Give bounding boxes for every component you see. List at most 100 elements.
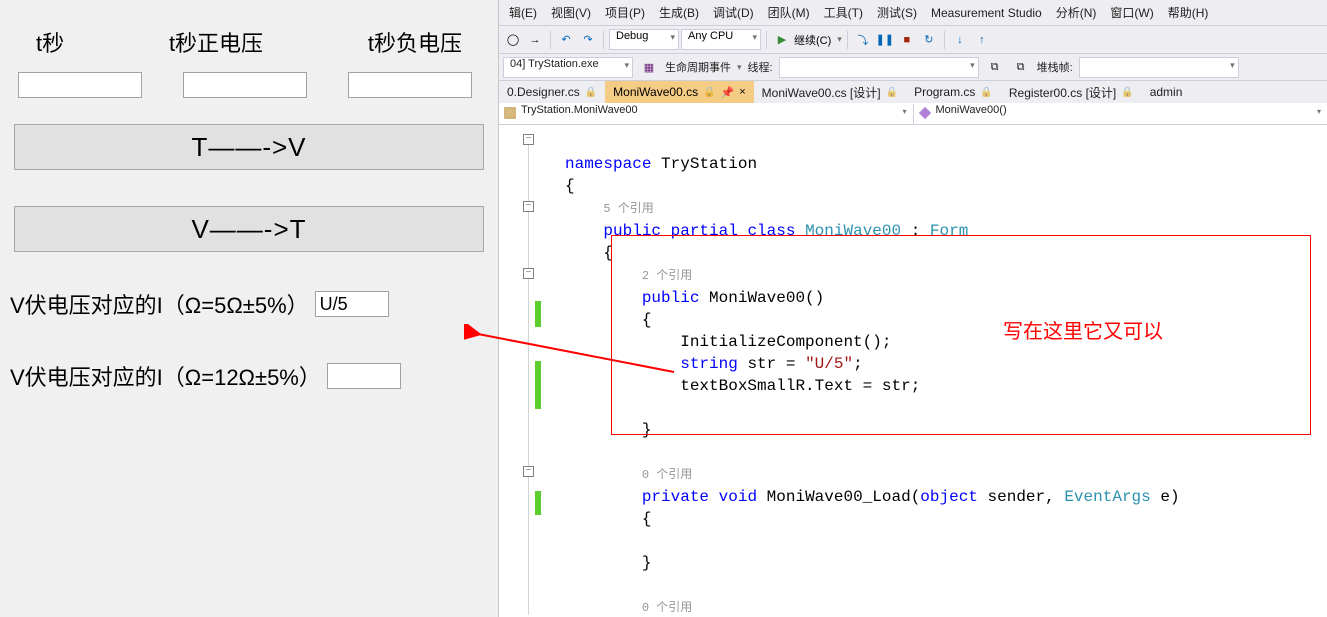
tab-label: MoniWave00.cs [设计] <box>762 84 881 101</box>
menu-measurement[interactable]: Measurement Studio <box>925 3 1048 23</box>
class-icon <box>503 106 517 120</box>
dropdown-process[interactable]: 04] TryStation.exe <box>503 57 633 78</box>
tab-moniwave-design[interactable]: MoniWave00.cs [设计] 🔒 <box>754 81 906 103</box>
menu-test[interactable]: 测试(S) <box>871 1 923 24</box>
label-t-sec: t秒 <box>36 26 64 58</box>
tab-program[interactable]: Program.cs 🔒 <box>906 81 1001 103</box>
outline-toggle[interactable]: − <box>523 201 534 212</box>
label-12ohm: V伏电压对应的I（Ω=12Ω±5%） <box>10 360 321 392</box>
menu-tools[interactable]: 工具(T) <box>818 1 869 24</box>
continue-icon[interactable]: ▶ <box>772 30 792 50</box>
tab-designer[interactable]: 0.Designer.cs 🔒 <box>499 81 605 103</box>
param-e: e <box>1160 488 1170 506</box>
menu-window[interactable]: 窗口(W) <box>1104 1 1159 24</box>
annotation-text: 写在这里它又可以 <box>1003 321 1163 343</box>
menu-edit[interactable]: 辑(E) <box>503 1 543 24</box>
row-5ohm: V伏电压对应的I（Ω=5Ω±5%） <box>10 288 492 320</box>
dropdown-thread[interactable] <box>779 57 979 78</box>
step-over-icon[interactable]: ⤵ <box>853 30 873 50</box>
lock-icon: 🔒 <box>585 87 597 98</box>
gutter: − − − − <box>499 125 545 617</box>
input-5ohm[interactable] <box>315 291 389 317</box>
dropdown-config[interactable]: Debug <box>609 29 679 50</box>
input-t-pos[interactable] <box>183 72 307 98</box>
kw-namespace: namespace <box>565 155 651 173</box>
stop-icon[interactable]: ■ <box>897 30 917 50</box>
change-marker <box>535 361 541 409</box>
lock-icon: 🔒 <box>980 87 992 98</box>
step-out-icon[interactable]: ↑ <box>972 30 992 50</box>
lock-icon: 🔒 <box>1121 87 1133 98</box>
label-t-neg: t秒负电压 <box>368 26 462 58</box>
change-marker <box>535 301 541 327</box>
param-sender: sender <box>988 488 1046 506</box>
lifecycle-label[interactable]: 生命周期事件 <box>665 59 731 75</box>
redo-icon[interactable]: ↷ <box>578 30 598 50</box>
code-editor[interactable]: − − − − namespace TryStation { 5 个引用 pub… <box>499 125 1327 617</box>
tab-moniwave-cs[interactable]: MoniWave00.cs 🔒 📌 × <box>605 81 754 103</box>
outline-toggle[interactable]: − <box>523 134 534 145</box>
form-panel: t秒 t秒正电压 t秒负电压 T——->V V——->T V伏电压对应的I（Ω=… <box>0 0 498 617</box>
ide: 辑(E) 视图(V) 项目(P) 生成(B) 调试(D) 团队(M) 工具(T)… <box>498 0 1327 617</box>
input-row <box>6 72 492 124</box>
separator <box>603 31 604 49</box>
menu-debug[interactable]: 调试(D) <box>707 1 760 24</box>
toolbar-main: ◯ → ↶ ↷ Debug Any CPU ▶ 继续(C)▾ ⤵ ❚❚ ■ ↻ … <box>499 26 1327 54</box>
pin-icon[interactable]: 📌 <box>721 86 735 99</box>
continue-label[interactable]: 继续(C) <box>794 32 835 48</box>
tab-label: 0.Designer.cs <box>507 85 580 99</box>
tab-label: Program.cs <box>914 85 975 99</box>
dropdown-stackframe[interactable] <box>1079 57 1239 78</box>
separator <box>944 31 945 49</box>
pause-icon[interactable]: ❚❚ <box>875 30 895 50</box>
tab-admin[interactable]: admin <box>1142 81 1191 103</box>
close-icon[interactable]: × <box>739 86 745 98</box>
thread-label: 线程: <box>748 59 773 75</box>
step-into-icon[interactable]: ↓ <box>950 30 970 50</box>
input-t-neg[interactable] <box>348 72 472 98</box>
file-tab-strip: 0.Designer.cs 🔒 MoniWave00.cs 🔒 📌 × MoniWave… <box>499 81 1327 103</box>
undo-icon[interactable]: ↶ <box>556 30 576 50</box>
kw-private: private <box>642 488 709 506</box>
label-5ohm: V伏电压对应的I（Ω=5Ω±5%） <box>10 288 309 320</box>
nav-member-dropdown[interactable]: MoniWave00() <box>913 104 1327 124</box>
nav-member-text: MoniWave00() <box>936 104 1007 116</box>
restart-icon[interactable]: ↻ <box>919 30 939 50</box>
threads-icon[interactable]: ⧉ <box>985 57 1005 77</box>
nav-class-dropdown[interactable]: TryStation.MoniWave00 <box>499 104 913 124</box>
codelens-ref[interactable]: 0 个引用 <box>642 601 692 615</box>
menu-view[interactable]: 视图(V) <box>545 1 597 24</box>
nav-class-text: TryStation.MoniWave00 <box>521 104 638 116</box>
tab-label: MoniWave00.cs <box>613 85 698 99</box>
button-v-to-t[interactable]: V——->T <box>14 206 484 252</box>
menu-team[interactable]: 团队(M) <box>762 1 816 24</box>
row-12ohm: V伏电压对应的I（Ω=12Ω±5%） <box>10 360 492 392</box>
menu-analyze[interactable]: 分析(N) <box>1050 1 1103 24</box>
threads-icon-2[interactable]: ⧉ <box>1011 57 1031 77</box>
ns-name: TryStation <box>661 155 757 173</box>
lock-icon: 🔒 <box>886 87 898 98</box>
nav-fwd-icon[interactable]: → <box>525 30 545 50</box>
lifecycle-icon[interactable]: ▦ <box>639 57 659 77</box>
menu-help[interactable]: 帮助(H) <box>1162 1 1215 24</box>
input-12ohm[interactable] <box>327 363 401 389</box>
outline-toggle[interactable]: − <box>523 466 534 477</box>
nav-back-icon[interactable]: ◯ <box>503 30 523 50</box>
menu-project[interactable]: 项目(P) <box>599 1 651 24</box>
dropdown-platform[interactable]: Any CPU <box>681 29 761 50</box>
tab-register[interactable]: Register00.cs [设计]🔒 <box>1001 81 1142 103</box>
kw-void: void <box>719 488 757 506</box>
nav-bar: TryStation.MoniWave00 MoniWave00() <box>499 103 1327 125</box>
header-row: t秒 t秒正电压 t秒负电压 <box>6 10 492 72</box>
codelens-ref[interactable]: 0 个引用 <box>642 468 692 482</box>
method-load: MoniWave00_Load <box>767 488 911 506</box>
codelens-ref[interactable]: 5 个引用 <box>603 202 653 216</box>
menu-build[interactable]: 生成(B) <box>653 1 705 24</box>
button-t-to-v[interactable]: T——->V <box>14 124 484 170</box>
kw-object: object <box>920 488 978 506</box>
separator <box>847 31 848 49</box>
input-t-sec[interactable] <box>18 72 142 98</box>
outline-toggle[interactable]: − <box>523 268 534 279</box>
lock-icon: 🔒 <box>703 87 715 98</box>
separator <box>550 31 551 49</box>
